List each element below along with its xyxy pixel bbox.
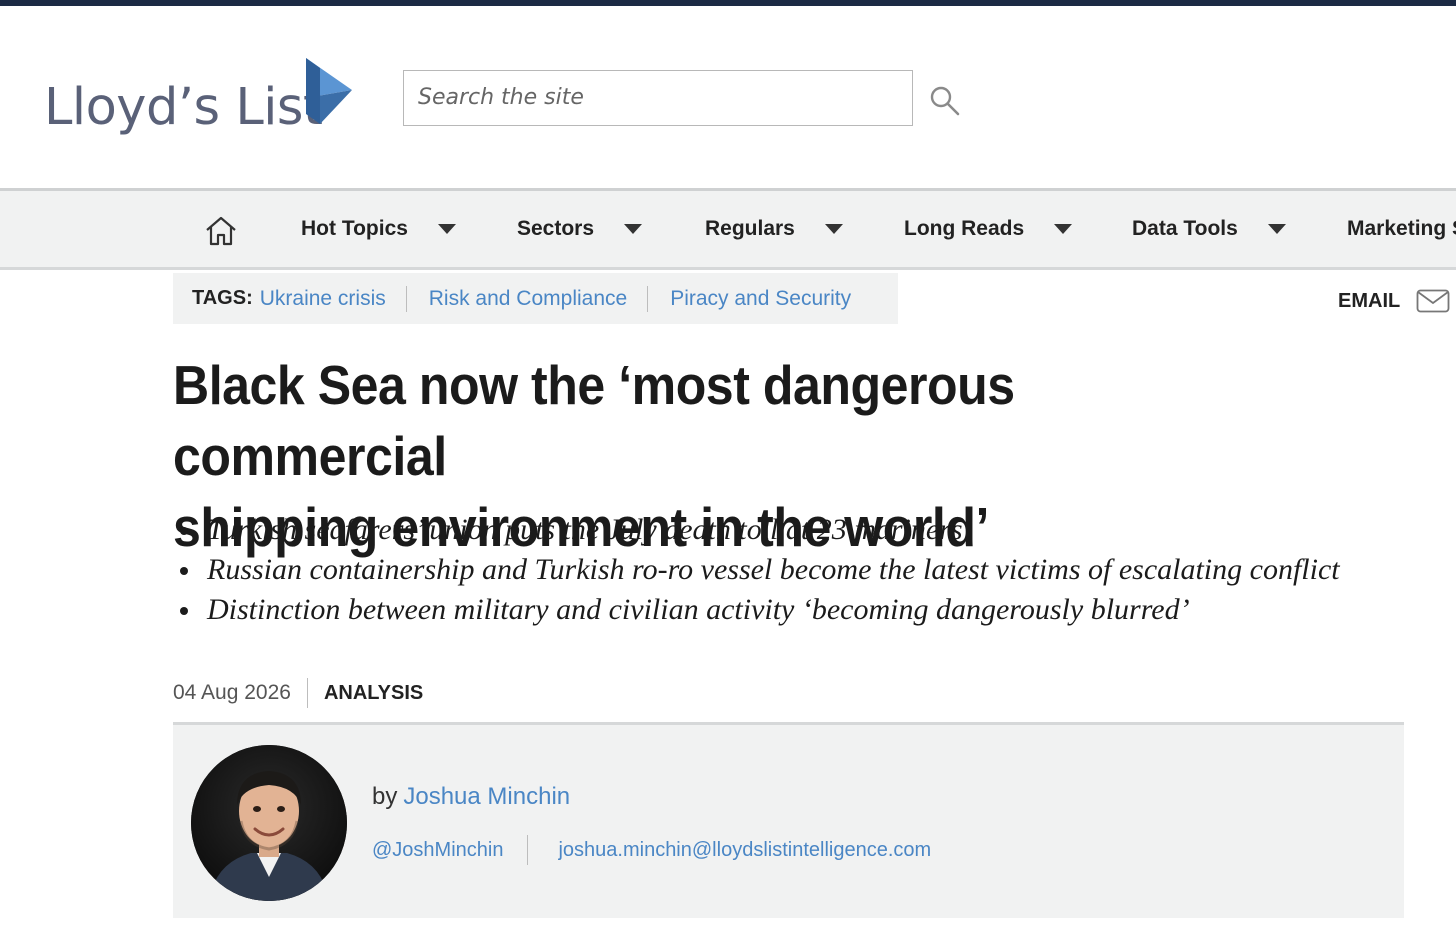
nav-item-regulars[interactable]: Regulars (705, 191, 843, 267)
nav-item-long-reads[interactable]: Long Reads (904, 191, 1073, 267)
tag-link-piracy-and-security[interactable]: Piracy and Security (670, 287, 851, 311)
chevron-down-icon (624, 224, 643, 234)
meta-divider (306, 678, 308, 708)
site-logo[interactable]: Lloyd’s List (44, 52, 364, 144)
tag-link-ukraine-crisis[interactable]: Ukraine crisis (260, 287, 386, 311)
email-share-button[interactable]: EMAIL (1338, 284, 1450, 318)
author-avatar[interactable] (191, 745, 347, 901)
byline-prefix: by (372, 783, 398, 810)
nav-item-sectors[interactable]: Sectors (517, 191, 643, 267)
headline-line-1: Black Sea now the ‘most dangerous commer… (173, 354, 1015, 487)
chevron-down-icon (437, 224, 456, 234)
search-icon[interactable] (928, 84, 962, 118)
nav-item-data-tools[interactable]: Data Tools (1132, 191, 1286, 267)
tags-label: TAGS: (192, 287, 253, 309)
tag-divider (405, 285, 407, 312)
nav-item-hot-topics[interactable]: Hot Topics (301, 191, 456, 267)
search-field-container (403, 70, 913, 126)
author-twitter-link[interactable]: @JoshMinchin (372, 839, 503, 862)
author-byline: by Joshua Minchin (372, 783, 570, 811)
tag-link-risk-and-compliance[interactable]: Risk and Compliance (429, 287, 627, 311)
author-portrait-image (191, 745, 347, 901)
logo-play-mark-icon (306, 58, 352, 124)
logo-wordmark: Lloyd’s List (44, 78, 323, 137)
nav-item-label: Sectors (517, 217, 595, 240)
top-accent-bar (0, 0, 1456, 6)
article-type-badge: ANALYSIS (323, 681, 424, 704)
nav-item-label: Hot Topics (301, 217, 408, 240)
author-email-link[interactable]: joshua.minchin@lloydslistintelligence.co… (558, 839, 931, 862)
home-icon[interactable] (204, 215, 238, 247)
envelope-icon (1416, 289, 1450, 313)
email-share-label: EMAIL (1338, 289, 1401, 312)
tag-divider (647, 285, 649, 312)
search-input[interactable] (404, 71, 912, 123)
summary-bullet: Russian containership and Turkish ro-ro … (178, 550, 1340, 590)
summary-bullet: Turkish seafarers’ union puts the July d… (178, 510, 1340, 550)
article-tags: TAGS: Ukraine crisis Risk and Compliance… (173, 273, 898, 324)
author-name-link[interactable]: Joshua Minchin (403, 783, 570, 810)
author-box: by Joshua Minchin @JoshMinchin joshua.min… (173, 722, 1404, 918)
chevron-down-icon (1267, 224, 1286, 234)
article-summary-list: Turkish seafarers’ union puts the July d… (178, 510, 1340, 630)
nav-item-label: Data Tools (1132, 217, 1238, 240)
publish-date: 04 Aug 2026 (173, 681, 291, 704)
main-navigation: Hot Topics Sectors Regulars Long Reads D… (0, 188, 1456, 270)
nav-item-label: Marketing S (1347, 217, 1456, 240)
nav-item-label: Long Reads (904, 217, 1025, 240)
nav-item-marketing[interactable]: Marketing S (1347, 191, 1456, 267)
nav-item-label: Regulars (705, 217, 795, 240)
article-meta: 04 Aug 2026 ANALYSIS (173, 676, 423, 710)
summary-bullet: Distinction between military and civilia… (178, 590, 1340, 630)
contact-divider (527, 835, 529, 865)
chevron-down-icon (824, 224, 843, 234)
author-contact-links: @JoshMinchin joshua.minchin@lloydslistin… (372, 833, 931, 867)
chevron-down-icon (1054, 224, 1073, 234)
